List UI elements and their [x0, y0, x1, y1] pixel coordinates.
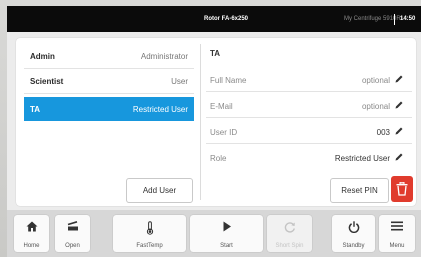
field-label: E-Mail — [210, 102, 233, 111]
reset-pin-button[interactable]: Reset PIN — [330, 178, 389, 203]
user-role: Restricted User — [132, 105, 188, 114]
status-divider — [394, 14, 395, 25]
field-value: optional — [361, 102, 390, 111]
hamburger-icon — [391, 221, 403, 231]
field-value: 003 — [376, 128, 390, 137]
standby-button[interactable]: Standby — [332, 215, 375, 252]
field-value: Restricted User — [334, 154, 390, 163]
field-value: optional — [361, 76, 390, 85]
field-full-name[interactable]: Full Name optional — [206, 68, 412, 92]
panel-divider — [200, 44, 201, 200]
menu-label: Menu — [389, 243, 405, 249]
short-spin-label: Short Spin — [275, 243, 304, 249]
home-label: Home — [23, 243, 40, 249]
device-frame: Rotor FA-6x250 My Centrifuge 5910Ri 14:5… — [0, 0, 421, 257]
selected-user-title: TA — [210, 49, 221, 58]
field-label: User ID — [210, 128, 238, 137]
bottom-toolbar: Home Open FastTemp Start Short Spin Stan… — [7, 210, 421, 257]
fasttemp-label: FastTemp — [136, 243, 163, 249]
user-name: TA — [30, 105, 41, 114]
play-icon — [223, 221, 231, 232]
start-button[interactable]: Start — [190, 215, 263, 252]
open-lid-button[interactable]: Open — [55, 215, 90, 252]
menu-button[interactable]: Menu — [379, 215, 415, 252]
short-spin-button[interactable]: Short Spin — [267, 215, 312, 252]
delete-user-button[interactable] — [391, 176, 413, 202]
user-row-ta[interactable]: TA Restricted User — [24, 97, 194, 121]
screen: Rotor FA-6x250 My Centrifuge 5910Ri 14:5… — [7, 6, 421, 257]
home-button[interactable]: Home — [14, 215, 49, 252]
trash-icon — [396, 182, 408, 196]
user-role: Administrator — [140, 52, 188, 61]
user-row-scientist[interactable]: Scientist User — [24, 69, 194, 94]
rotor-name: Rotor FA-6x250 — [204, 16, 249, 22]
pencil-icon[interactable] — [394, 152, 404, 162]
field-role[interactable]: Role Restricted User — [206, 146, 412, 169]
user-row-admin[interactable]: Admin Administrator — [24, 44, 194, 69]
fasttemp-button[interactable]: FastTemp — [113, 215, 186, 252]
field-email[interactable]: E-Mail optional — [206, 94, 412, 118]
clock: 14:50 — [400, 16, 416, 22]
short-spin-icon — [284, 222, 295, 233]
power-icon — [348, 221, 359, 233]
user-name: Scientist — [30, 77, 64, 86]
standby-label: Standby — [342, 243, 365, 249]
status-bar: Rotor FA-6x250 My Centrifuge 5910Ri 14:5… — [7, 6, 421, 32]
home-icon — [26, 221, 37, 232]
pencil-icon[interactable] — [394, 74, 404, 84]
open-label: Open — [65, 243, 80, 249]
user-role: User — [171, 77, 188, 86]
add-user-button[interactable]: Add User — [126, 178, 193, 203]
pencil-icon[interactable] — [394, 126, 404, 136]
user-management-panel: Admin Administrator Scientist User TA Re… — [16, 38, 416, 206]
field-label: Full Name — [210, 76, 247, 85]
user-name: Admin — [30, 52, 55, 61]
thermometer-icon — [146, 221, 153, 235]
start-label: Start — [220, 243, 233, 249]
open-lid-icon — [67, 221, 78, 231]
field-label: Role — [210, 154, 227, 163]
field-user-id[interactable]: User ID 003 — [206, 120, 412, 144]
pencil-icon[interactable] — [394, 100, 404, 110]
